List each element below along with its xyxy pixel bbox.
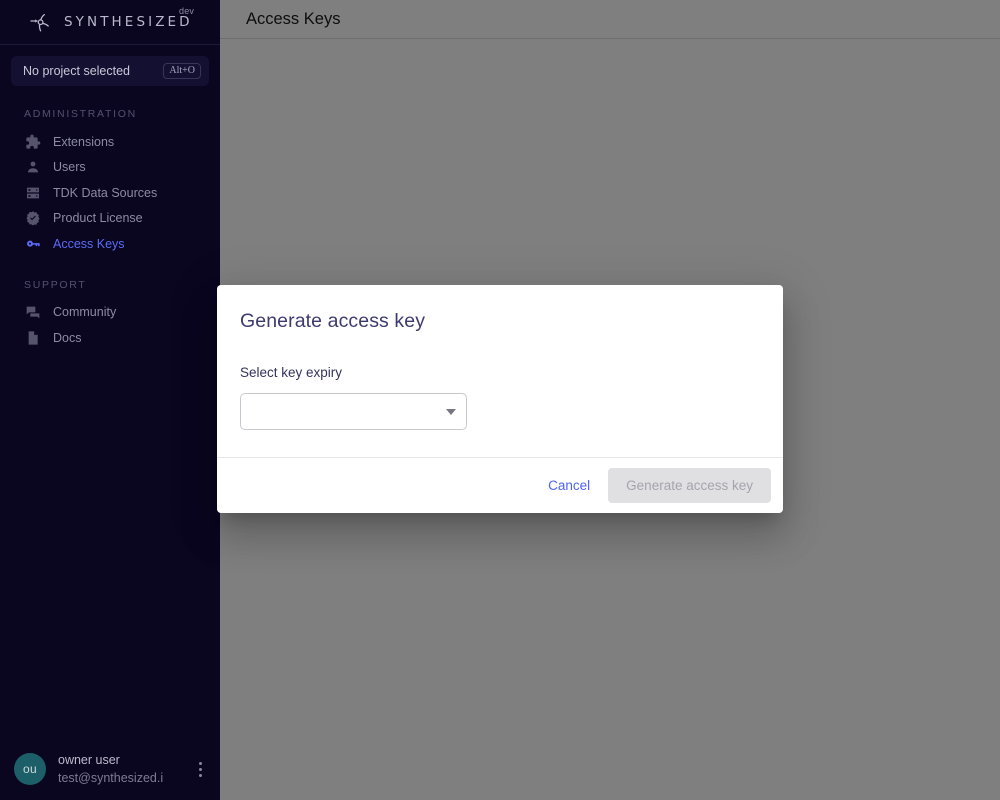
project-selector[interactable]: No project selected Alt+O <box>11 56 209 86</box>
project-selector-shortcut: Alt+O <box>163 62 201 80</box>
nav-heading-support: SUPPORT <box>24 278 87 291</box>
sidebar-item-product-license[interactable]: Product License <box>0 206 220 232</box>
person-icon <box>24 158 42 176</box>
puzzle-piece-icon <box>24 133 42 151</box>
user-name: owner user <box>58 752 120 767</box>
user-email: test@synthesized.i <box>58 771 164 785</box>
sidebar-item-community[interactable]: Community <box>0 300 220 326</box>
kebab-menu-icon[interactable] <box>188 754 212 784</box>
sidebar-item-label: Access Keys <box>53 236 125 251</box>
sidebar-item-docs[interactable]: Docs <box>0 325 220 351</box>
chat-bubble-icon <box>24 303 42 321</box>
synthesized-logo-icon <box>28 10 54 36</box>
sidebar-item-label: Extensions <box>53 134 115 149</box>
key-expiry-label: Select key expiry <box>240 365 343 381</box>
user-meta: owner user test@synthesized.i <box>58 751 188 787</box>
sidebar-item-users[interactable]: Users <box>0 155 220 181</box>
verified-badge-icon <box>24 209 42 227</box>
sidebar: SYNTHESIZED dev No project selected Alt+… <box>0 0 220 800</box>
sidebar-item-label: Docs <box>53 330 82 345</box>
sidebar-item-label: Community <box>53 305 117 320</box>
generate-access-key-button: Generate access key <box>608 467 771 504</box>
sidebar-user-row[interactable]: ou owner user test@synthesized.i <box>0 738 220 800</box>
brand-name: SYNTHESIZED <box>64 14 193 30</box>
key-expiry-select[interactable] <box>240 393 467 431</box>
sidebar-divider <box>0 44 220 45</box>
nav-section-administration: ADMINISTRATION Extensions Users TDK Data… <box>0 108 220 257</box>
database-icon <box>24 184 42 202</box>
document-icon <box>24 329 42 347</box>
chevron-down-icon <box>446 408 456 415</box>
sidebar-item-label: Users <box>53 160 86 175</box>
dialog-body: Generate access key Select key expiry <box>217 285 783 457</box>
brand-logo[interactable]: SYNTHESIZED dev <box>0 0 220 44</box>
sidebar-item-label: TDK Data Sources <box>53 185 158 200</box>
sidebar-item-access-keys[interactable]: Access Keys <box>0 231 220 257</box>
sidebar-item-label: Product License <box>53 211 143 226</box>
dialog-title: Generate access key <box>240 310 426 332</box>
nav-heading-administration: ADMINISTRATION <box>24 108 137 120</box>
brand-superscript: dev <box>179 6 195 16</box>
key-icon <box>24 235 42 253</box>
cancel-button[interactable]: Cancel <box>534 470 604 502</box>
project-selector-label: No project selected <box>23 64 131 78</box>
sidebar-item-extensions[interactable]: Extensions <box>0 129 220 155</box>
app-root: SYNTHESIZED dev No project selected Alt+… <box>0 0 1000 800</box>
nav-section-support: SUPPORT Community Docs <box>0 279 220 351</box>
avatar: ou <box>14 753 46 785</box>
generate-access-key-dialog: Generate access key Select key expiry Ca… <box>217 285 783 513</box>
dialog-footer: Cancel Generate access key <box>217 457 783 513</box>
sidebar-item-tdk-data-sources[interactable]: TDK Data Sources <box>0 180 220 206</box>
